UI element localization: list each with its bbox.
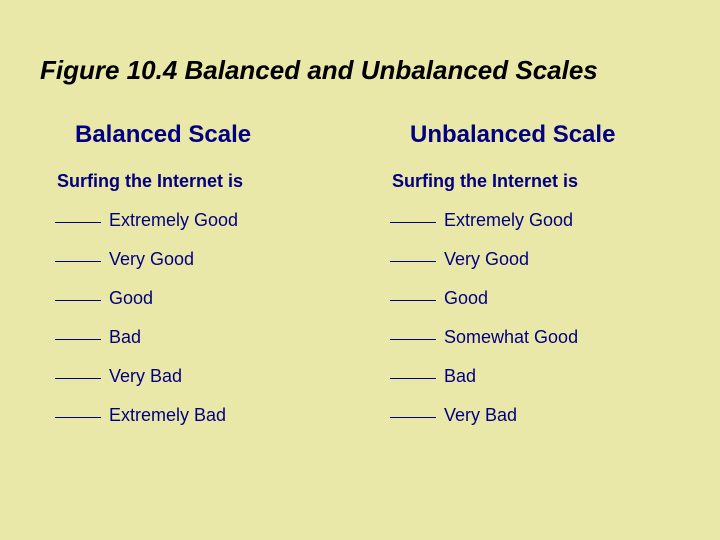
item-label: Somewhat Good	[444, 327, 578, 348]
item-label: Extremely Bad	[109, 405, 226, 426]
blank-line	[55, 400, 101, 418]
list-item: Very Bad	[390, 403, 665, 426]
blank-line	[390, 244, 436, 262]
blank-line	[55, 322, 101, 340]
balanced-lead: Surfing the Internet is	[55, 171, 330, 192]
blank-line	[55, 361, 101, 379]
blank-line	[390, 283, 436, 301]
list-item: Bad	[390, 364, 665, 387]
figure-title: Figure 10.4 Balanced and Unbalanced Scal…	[0, 0, 720, 121]
item-label: Very Bad	[109, 366, 182, 387]
unbalanced-lead: Surfing the Internet is	[390, 171, 665, 192]
unbalanced-scale-column: Unbalanced Scale Surfing the Internet is…	[390, 121, 665, 442]
item-label: Extremely Good	[444, 210, 573, 231]
item-label: Bad	[109, 327, 141, 348]
list-item: Very Good	[55, 247, 330, 270]
list-item: Extremely Bad	[55, 403, 330, 426]
blank-line	[55, 244, 101, 262]
columns-container: Balanced Scale Surfing the Internet is E…	[0, 121, 720, 442]
blank-line	[55, 283, 101, 301]
item-label: Good	[444, 288, 488, 309]
blank-line	[390, 322, 436, 340]
list-item: Good	[55, 286, 330, 309]
unbalanced-header: Unbalanced Scale	[390, 121, 665, 149]
blank-line	[390, 400, 436, 418]
item-label: Extremely Good	[109, 210, 238, 231]
item-label: Good	[109, 288, 153, 309]
item-label: Very Good	[444, 249, 529, 270]
list-item: Extremely Good	[390, 208, 665, 231]
item-label: Very Good	[109, 249, 194, 270]
list-item: Somewhat Good	[390, 325, 665, 348]
blank-line	[390, 205, 436, 223]
balanced-header: Balanced Scale	[55, 121, 330, 149]
list-item: Bad	[55, 325, 330, 348]
blank-line	[390, 361, 436, 379]
list-item: Extremely Good	[55, 208, 330, 231]
list-item: Good	[390, 286, 665, 309]
list-item: Very Bad	[55, 364, 330, 387]
list-item: Very Good	[390, 247, 665, 270]
balanced-scale-column: Balanced Scale Surfing the Internet is E…	[55, 121, 330, 442]
item-label: Very Bad	[444, 405, 517, 426]
item-label: Bad	[444, 366, 476, 387]
blank-line	[55, 205, 101, 223]
